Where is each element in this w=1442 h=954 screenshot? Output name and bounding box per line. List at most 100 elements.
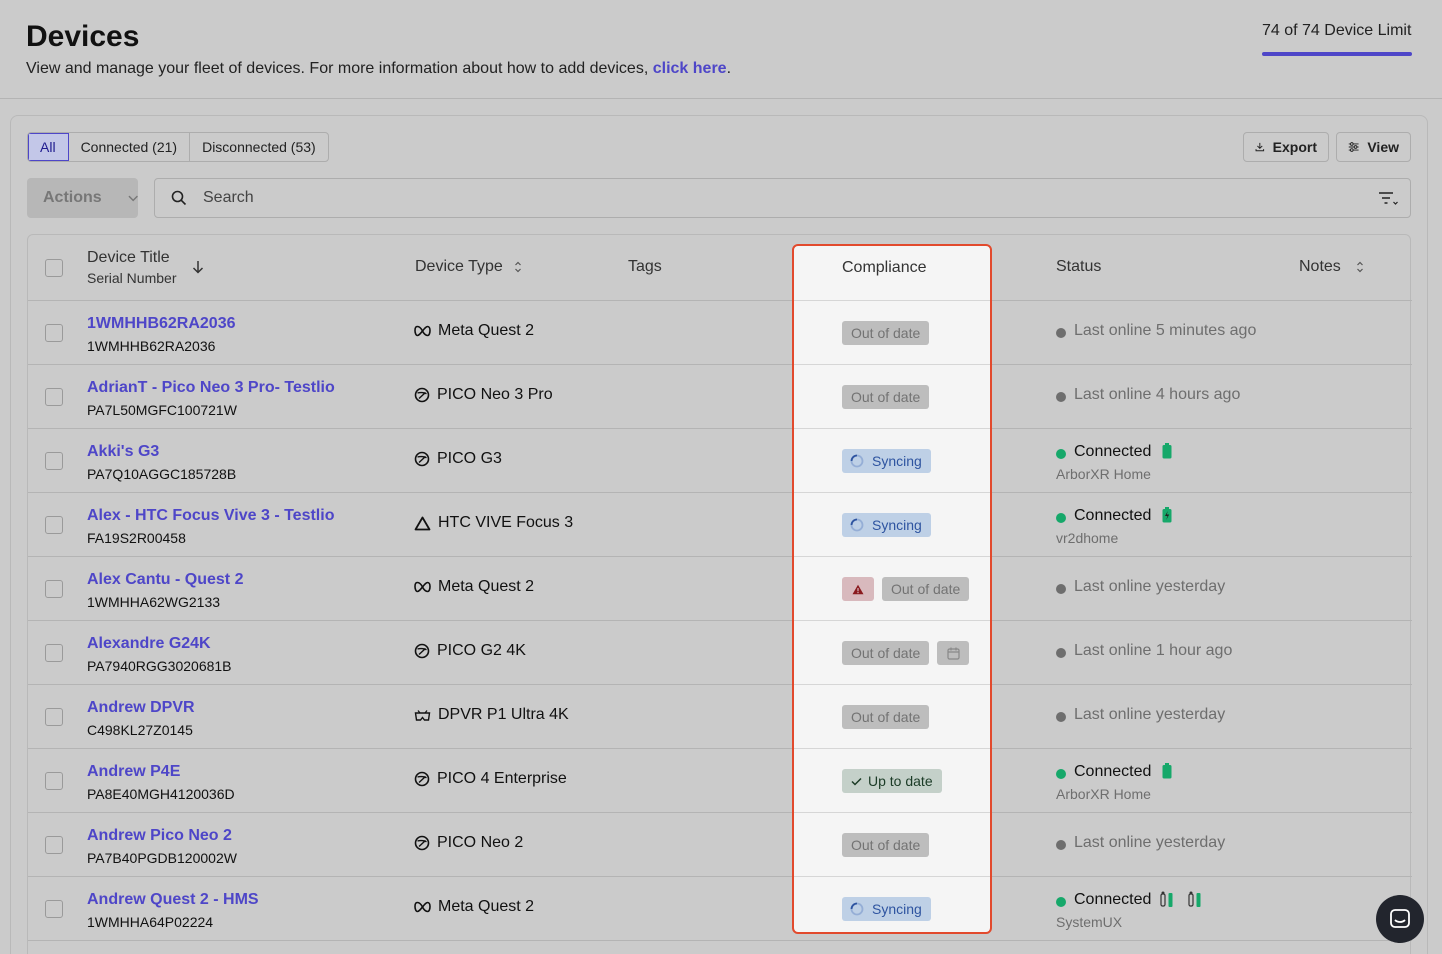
table-row[interactable]: AdrianT - Pico Neo 3 Pro- Testlio PA7L50… [28, 365, 1412, 429]
status-text: Last online yesterday [1074, 706, 1226, 723]
row-checkbox[interactable] [45, 516, 63, 534]
device-type: Meta Quest 2 [414, 322, 534, 340]
device-type-label: PICO G2 4K [437, 642, 526, 659]
row-checkbox[interactable] [45, 900, 63, 918]
device-type: PICO Neo 3 Pro [414, 386, 553, 404]
device-title-link[interactable]: Alex Cantu - Quest 2 [87, 571, 243, 589]
table-row[interactable]: Andrew Quest 2 - HMS 1WMHHA64P02224 Meta… [28, 877, 1412, 941]
compliance-label: Syncing [872, 453, 922, 469]
compliance-cell: Syncing [794, 877, 990, 941]
compliance-badge: Syncing [842, 449, 931, 473]
page-title: Devices [26, 20, 140, 53]
device-title-link[interactable]: Akki's G3 [87, 443, 159, 461]
row-checkbox[interactable] [45, 580, 63, 598]
warning-badge[interactable] [842, 577, 874, 601]
device-title-link[interactable]: Andrew P4E [87, 763, 180, 781]
status-network: ArborXR Home [1056, 786, 1151, 802]
syncing-icon [850, 454, 864, 468]
table-row[interactable]: Alex Cantu - Quest 2 1WMHHA62WG2133 Meta… [28, 557, 1412, 621]
pico-icon [414, 451, 430, 467]
filter-icon[interactable] [1378, 191, 1398, 207]
status-filter-tabs: All Connected (21) Disconnected (53) [27, 132, 329, 162]
chat-button[interactable] [1376, 895, 1424, 943]
serial-number: C498KL27Z0145 [87, 722, 193, 738]
view-button[interactable]: View [1336, 132, 1411, 162]
syncing-icon [850, 902, 864, 916]
check-icon [851, 777, 862, 786]
serial-number: PA8E40MGH4120036D [87, 786, 235, 802]
page-header: Devices View and manage your fleet of de… [0, 0, 1442, 99]
device-type: Meta Quest 2 [414, 898, 534, 916]
device-limit-label: 74 of 74 Device Limit [1262, 22, 1412, 39]
compliance-column-highlight: Compliance Out of date Out of date Syncing… [792, 244, 992, 934]
table-row[interactable]: Andrew P4E PA8E40MGH4120036D PICO 4 Ente… [28, 749, 1412, 813]
serial-number: PA7940RGG3020681B [87, 658, 232, 674]
subtitle-text: View and manage your fleet of devices. F… [26, 60, 649, 77]
sort-icon[interactable] [1356, 261, 1364, 273]
sort-icon[interactable] [514, 261, 522, 273]
battery-icon [1162, 443, 1172, 459]
device-title-link[interactable]: Andrew DPVR [87, 699, 195, 717]
search-input[interactable] [203, 189, 1303, 207]
controller-battery-icon [1188, 891, 1201, 907]
device-type-label: Meta Quest 2 [438, 322, 535, 339]
device-type-label: Meta Quest 2 [438, 578, 535, 595]
help-link[interactable]: click here [653, 60, 727, 77]
header-device-type[interactable]: Device Type [415, 258, 503, 276]
row-checkbox[interactable] [45, 388, 63, 406]
tab-disconnected[interactable]: Disconnected (53) [190, 133, 328, 161]
status-network: ArborXR Home [1056, 466, 1151, 482]
row-checkbox[interactable] [45, 452, 63, 470]
table-row[interactable]: Alex - HTC Focus Vive 3 - Testlio FA19S2… [28, 493, 1412, 557]
pico-icon [414, 835, 430, 851]
device-type-label: PICO Neo 3 Pro [437, 386, 553, 403]
view-label: View [1367, 139, 1399, 155]
compliance-cell: Out of date [794, 621, 990, 685]
device-title-link[interactable]: AdrianT - Pico Neo 3 Pro- Testlio [87, 379, 335, 397]
device-title-link[interactable]: Andrew Pico Neo 2 [87, 827, 232, 845]
row-checkbox[interactable] [45, 644, 63, 662]
header-tags: Tags [628, 258, 662, 275]
compliance-cell: Out of date [794, 365, 990, 429]
compliance-cell: Syncing [794, 493, 990, 557]
row-checkbox[interactable] [45, 836, 63, 854]
header-serial-number: Serial Number [87, 270, 177, 286]
device-title-link[interactable]: Alex - HTC Focus Vive 3 - Testlio [87, 507, 334, 525]
battery-charging-icon [1162, 507, 1172, 523]
device-type: DPVR P1 Ultra 4K [414, 706, 569, 724]
table-row[interactable]: 1WMHHB62RA2036 1WMHHB62RA2036 Meta Quest… [28, 301, 1412, 365]
scheduled-badge[interactable] [937, 641, 969, 665]
table-row[interactable]: Akki's G3 PA7Q10AGGC185728B PICO G3 Conn… [28, 429, 1412, 493]
device-title-link[interactable]: 1WMHHB62RA2036 [87, 315, 236, 333]
tab-connected[interactable]: Connected (21) [69, 133, 191, 161]
select-all-checkbox[interactable] [45, 259, 63, 277]
download-icon [1255, 142, 1265, 152]
actions-label: Actions [43, 189, 102, 206]
row-checkbox[interactable] [45, 324, 63, 342]
status-dot [1056, 328, 1066, 338]
search-bar [154, 178, 1411, 218]
device-type-label: HTC VIVE Focus 3 [438, 514, 574, 531]
page-subtitle: View and manage your fleet of devices. F… [26, 60, 731, 78]
row-checkbox[interactable] [45, 708, 63, 726]
serial-number: 1WMHHB62RA2036 [87, 338, 216, 354]
row-checkbox[interactable] [45, 772, 63, 790]
compliance-cell: Out of date [794, 301, 990, 365]
header-notes[interactable]: Notes [1299, 258, 1341, 276]
table-row[interactable]: Alexandre G24K PA7940RGG3020681B PICO G2… [28, 621, 1412, 685]
warning-icon [852, 584, 864, 594]
table-row[interactable]: Andrew Pico Neo 2 PA7B40PGDB120002W PICO… [28, 813, 1412, 877]
table-row[interactable]: Andrew DPVR C498KL27Z0145 DPVR P1 Ultra … [28, 685, 1412, 749]
compliance-label: Syncing [872, 517, 922, 533]
compliance-cell: Up to date [794, 749, 990, 813]
export-button[interactable]: Export [1243, 132, 1329, 162]
status-text: Connected [1074, 507, 1152, 524]
sort-down-icon[interactable] [192, 260, 204, 274]
header-device-title[interactable]: Device Title Serial Number [87, 249, 176, 286]
device-title-link[interactable]: Alexandre G24K [87, 635, 211, 653]
header-device-title-label: Device Title [87, 249, 170, 266]
actions-dropdown[interactable]: Actions [27, 178, 138, 218]
compliance-badge: Out of date [882, 577, 970, 601]
tab-all[interactable]: All [28, 133, 69, 161]
device-title-link[interactable]: Andrew Quest 2 - HMS [87, 891, 259, 909]
